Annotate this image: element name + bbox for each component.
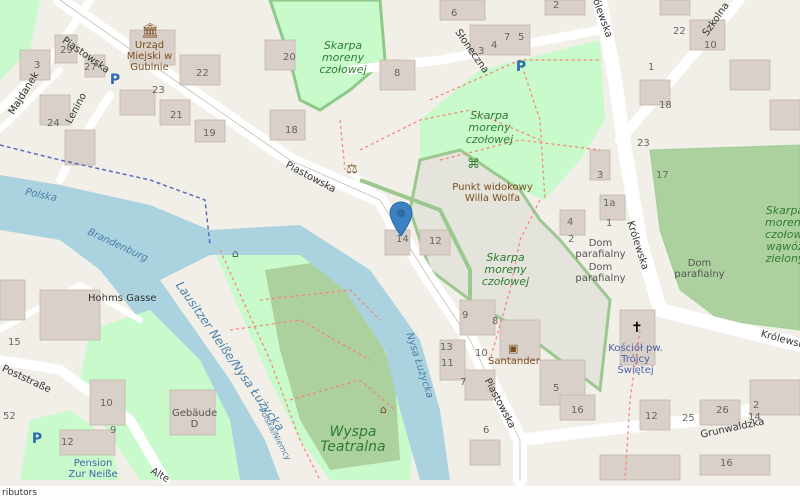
house-number: 23 — [637, 138, 650, 149]
house-number: 3 — [34, 60, 41, 71]
house-number: 5 — [518, 32, 525, 43]
house-number: 8 — [492, 316, 499, 327]
house-number: 16 — [571, 405, 584, 416]
house-number: 2 — [753, 400, 760, 411]
house-number: 12 — [61, 437, 74, 448]
dom-parafialny-3[interactable]: Dom parafialny — [672, 258, 727, 280]
house-number: 8 — [394, 68, 401, 79]
house-number: 27 — [84, 62, 97, 73]
map-attribution[interactable]: ributors — [0, 486, 800, 500]
courthouse-icon[interactable]: ⚖ — [346, 162, 358, 177]
house-number: 17 — [656, 170, 669, 181]
bank-icon[interactable]: ▣ — [508, 342, 518, 355]
poi-kosciol-label[interactable]: Kościół pw. Trójcy Świętej — [603, 343, 668, 376]
park-label-skarpa-south: Skarpa moreny czołowej — [481, 251, 530, 289]
house-number: 52 — [3, 411, 16, 422]
poi-punkt-label[interactable]: Punkt widokowy Willa Wolfa — [450, 182, 535, 204]
monument-icon[interactable]: ⌂ — [380, 403, 387, 416]
house-number: 1a — [603, 198, 616, 209]
park-label-skarpa-east: Skarpa moreny czołowej wąwóz zielony — [765, 204, 800, 266]
house-number: 22 — [673, 26, 686, 37]
viewpoint-icon[interactable]: ⌘ — [467, 157, 480, 172]
dom-parafialny-2[interactable]: Dom parafialny — [573, 262, 628, 284]
house-number: 2 — [553, 0, 560, 11]
house-number: 14 — [748, 412, 761, 423]
house-number: 3 — [478, 46, 485, 57]
church-icon[interactable]: ✝ — [631, 320, 643, 336]
house-number: 1 — [648, 62, 655, 73]
house-number: 23 — [152, 85, 165, 96]
house-number: 9 — [462, 310, 469, 321]
house-number: 22 — [196, 68, 209, 79]
house-number: 21 — [170, 110, 183, 121]
house-number: 10 — [100, 398, 113, 409]
house-number: 18 — [285, 125, 298, 136]
park-label-wyspa: Wyspa Teatralna — [320, 424, 386, 456]
house-number: 7 — [460, 377, 467, 388]
house-number: 6 — [483, 425, 490, 436]
house-number: 2 — [568, 234, 575, 245]
poi-santander-label[interactable]: Santander — [488, 356, 540, 367]
house-number: 6 — [451, 8, 458, 19]
house-number: 12 — [645, 411, 658, 422]
house-number: 4 — [491, 40, 498, 51]
house-number: 4 — [567, 217, 574, 228]
poi-urzad-label[interactable]: Urząd Miejski w Gubinie — [117, 40, 182, 73]
house-number: 7 — [504, 32, 511, 43]
location-pin-icon[interactable] — [389, 201, 413, 237]
shelter-icon[interactable]: ⌂ — [232, 247, 239, 260]
parking-icon[interactable]: P — [30, 432, 44, 446]
park-label-skarpa-center: Skarpa moreny czołowej — [465, 109, 514, 147]
house-number: 24 — [47, 118, 60, 129]
house-number: 18 — [659, 100, 672, 111]
house-number: 10 — [475, 348, 488, 359]
house-number: 20 — [283, 52, 296, 63]
house-number: 26 — [716, 405, 729, 416]
house-number: 11 — [441, 358, 454, 369]
house-number: 3 — [597, 170, 604, 181]
house-number: 1 — [606, 218, 613, 229]
house-number: 15 — [8, 337, 21, 348]
park-label-skarpa-nw: Skarpa moreny czołowej — [319, 39, 367, 77]
map-canvas[interactable]: Piastowska Piastowska Piastowska Majdane… — [0, 0, 800, 500]
parking-icon[interactable]: P — [514, 60, 528, 74]
house-number: 5 — [553, 383, 560, 394]
house-number: 16 — [720, 458, 733, 469]
house-number: 13 — [440, 342, 453, 353]
poi-pension-label[interactable]: Pension Zur Neiße — [68, 458, 118, 480]
house-number: 29 — [60, 45, 73, 56]
parking-icon[interactable]: P — [108, 73, 122, 87]
house-number: 19 — [203, 128, 216, 139]
house-number: 9 — [110, 425, 117, 436]
house-number: 10 — [704, 40, 717, 51]
street-label-hohms-gasse: Hohms Gasse — [88, 293, 157, 304]
house-number: 25 — [682, 413, 695, 424]
building-gebaude-label: Gebäude D — [172, 408, 218, 430]
poi-urzad-icon[interactable]: 🏛 — [141, 23, 159, 39]
dom-parafialny-1[interactable]: Dom parafialny — [573, 238, 628, 260]
house-number: 12 — [429, 236, 442, 247]
